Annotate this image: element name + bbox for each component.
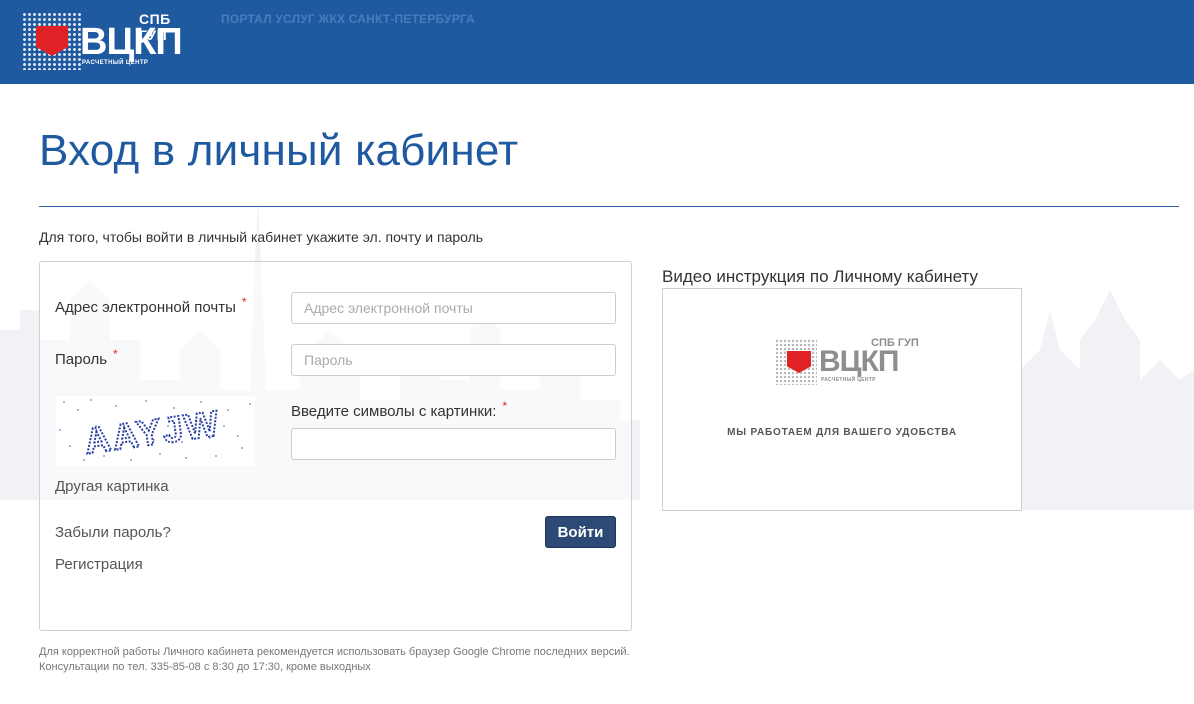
video-slogan: МЫ РАБОТАЕМ ДЛЯ ВАШЕГО УДОБСТВА (727, 427, 957, 438)
consultation-phone-note: Консультации по тел. 335-85-08 с 8:30 до… (39, 661, 371, 673)
email-label: Адрес электронной почты * (55, 295, 247, 316)
video-instruction-title: Видео инструкция по Личному кабинету (662, 267, 979, 286)
email-input[interactable] (291, 292, 616, 324)
portal-title: ПОРТАЛ УСЛУГ ЖКХ САНКТ-ПЕТЕРБУРГА (221, 12, 476, 26)
page-title: Вход в личный кабинет (39, 126, 519, 175)
login-button[interactable]: Войти (545, 516, 616, 548)
captcha-label-text: Введите символы с картинки: (291, 403, 497, 420)
register-link[interactable]: Регистрация (55, 556, 143, 573)
captcha-image: AAYJW (56, 396, 255, 466)
video-logo-main-text: ВЦКП (819, 345, 899, 378)
site-header: СПБ ГУП ВЦКП РАСЧЕТНЫЙ ЦЕНТР ПОРТАЛ УСЛУ… (0, 0, 1194, 84)
video-player[interactable]: СПБ ГУП ВЦКП РАСЧЕТНЫЙ ЦЕНТР МЫ РАБОТАЕМ… (662, 288, 1022, 511)
password-label: Пароль * (55, 347, 118, 368)
password-input[interactable] (291, 344, 616, 376)
vckp-logo[interactable]: СПБ ГУП ВЦКП РАСЧЕТНЫЙ ЦЕНТР (22, 10, 197, 72)
forgot-password-link[interactable]: Забыли пароль? (55, 524, 171, 541)
title-divider (39, 206, 1179, 207)
other-captcha-link[interactable]: Другая картинка (55, 478, 169, 495)
logo-sub-text: РАСЧЕТНЫЙ ЦЕНТР (82, 60, 149, 66)
captcha-label: Введите символы с картинки: * (291, 399, 507, 420)
video-vckp-logo: СПБ ГУП ВЦКП РАСЧЕТНЫЙ ЦЕНТР (775, 337, 920, 387)
email-label-text: Адрес электронной почты (55, 299, 236, 316)
required-asterisk: * (113, 347, 118, 361)
captcha-input[interactable] (291, 428, 616, 460)
login-instructions: Для того, чтобы войти в личный кабинет у… (39, 229, 484, 245)
required-asterisk: * (241, 295, 247, 309)
video-logo-sub-text: РАСЧЕТНЫЙ ЦЕНТР (821, 377, 876, 383)
logo-main-text: ВЦКП (80, 21, 183, 63)
browser-recommendation-note: Для корректной работы Личного кабинета р… (39, 646, 630, 658)
required-asterisk: * (502, 399, 508, 413)
password-label-text: Пароль (55, 351, 108, 368)
